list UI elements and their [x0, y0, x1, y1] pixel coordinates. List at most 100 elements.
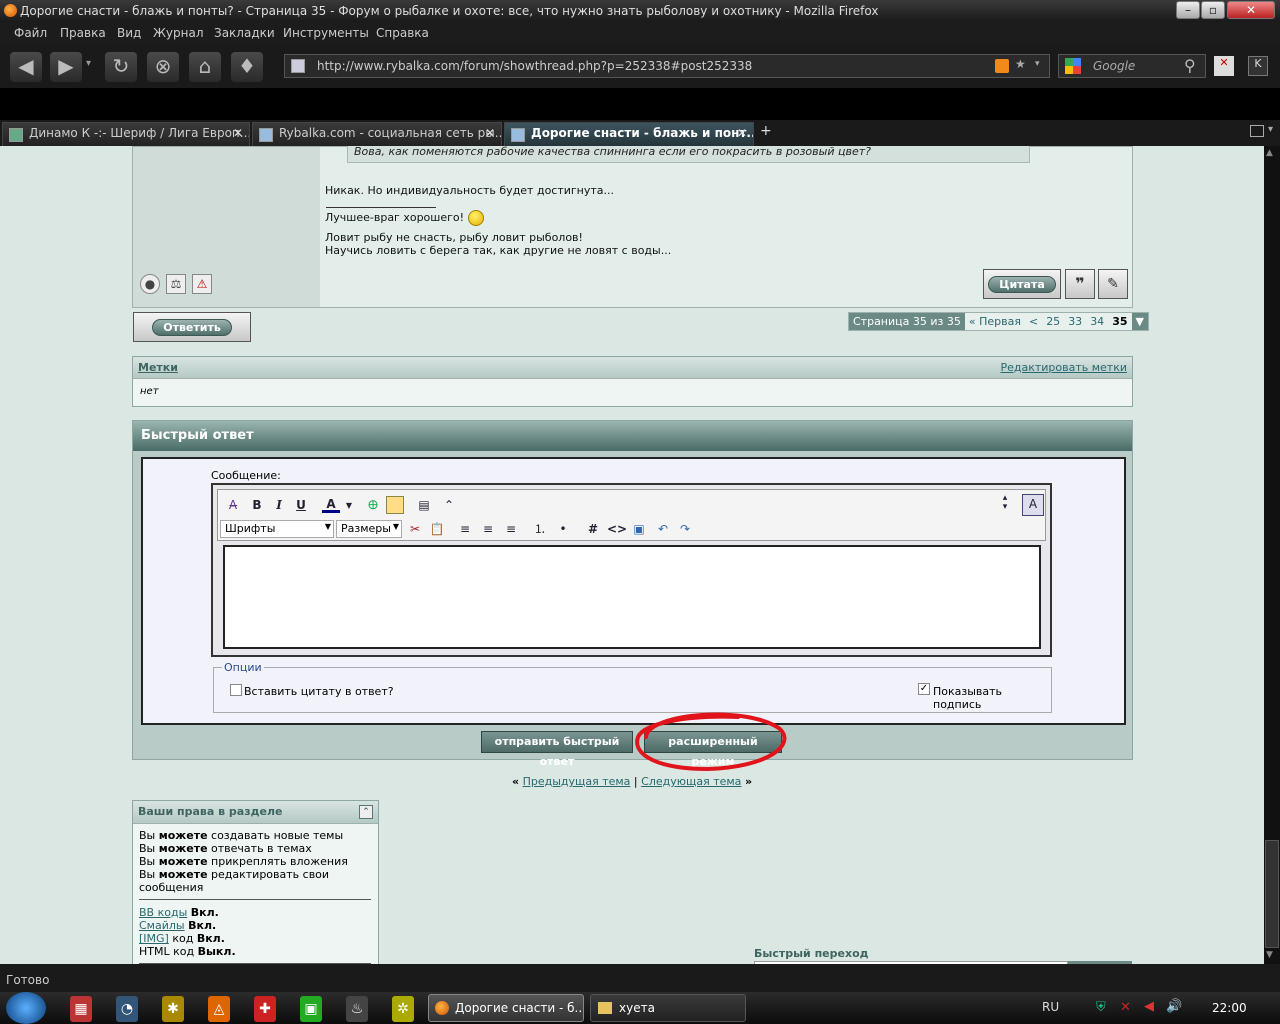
- multi-quote-icon[interactable]: ❞: [1065, 269, 1095, 299]
- unordered-list-icon[interactable]: •: [554, 520, 572, 538]
- menu-edit[interactable]: Правка: [60, 26, 106, 40]
- tray-shield-icon[interactable]: ⛨: [1096, 1000, 1106, 1015]
- scale-icon[interactable]: ⚖: [166, 274, 186, 294]
- undo-icon[interactable]: ↶: [654, 520, 672, 538]
- url-bar[interactable]: http://www.rybalka.com/forum/showthread.…: [284, 54, 1050, 78]
- resize-icon[interactable]: ▴ ▾: [996, 494, 1014, 512]
- tabs-dropdown-icon[interactable]: ▾: [1268, 124, 1273, 135]
- first-page-link[interactable]: « Первая: [965, 313, 1025, 330]
- close-tab-icon[interactable]: ✕: [737, 126, 747, 140]
- taskbar-app-icon[interactable]: ✚: [254, 996, 276, 1022]
- taskbar-app-icon[interactable]: ✱: [162, 996, 184, 1022]
- taskbar-app-icon[interactable]: ▣: [300, 996, 322, 1022]
- minimize-button[interactable]: –: [1176, 1, 1200, 19]
- tray-block-icon[interactable]: ✕: [1120, 1000, 1131, 1015]
- page-link[interactable]: 34: [1086, 313, 1108, 330]
- close-tab-icon[interactable]: ✕: [233, 126, 243, 140]
- reply-button[interactable]: Ответить: [133, 312, 251, 342]
- insert-quote-icon[interactable]: ▤: [415, 496, 433, 514]
- align-center-icon[interactable]: ≡: [479, 520, 497, 538]
- redo-icon[interactable]: ↷: [676, 520, 694, 538]
- taskbar-app-icon[interactable]: ◔: [116, 996, 138, 1022]
- switch-editor-mode-icon[interactable]: A: [1022, 494, 1044, 516]
- tags-title[interactable]: Метки: [138, 361, 178, 374]
- scroll-down-icon[interactable]: ▼: [1266, 950, 1273, 960]
- tab-current-thread[interactable]: Дорогие снасти - блажь и понт... ✕: [504, 122, 754, 146]
- insert-image-icon[interactable]: [386, 496, 404, 514]
- img-code-link[interactable]: [IMG]: [139, 932, 169, 945]
- menu-file[interactable]: Файл: [14, 26, 47, 40]
- url-dropdown-icon[interactable]: ▾: [1035, 59, 1040, 69]
- underline-icon[interactable]: U: [292, 496, 310, 514]
- close-tab-icon[interactable]: ✕: [485, 126, 495, 140]
- addon-block-icon[interactable]: ✕: [1214, 56, 1234, 76]
- insert-link-icon[interactable]: 🜨: [364, 496, 382, 514]
- italic-icon[interactable]: I: [270, 496, 288, 514]
- page-menu-dropdown-icon[interactable]: ▼: [1131, 313, 1148, 330]
- remove-format-icon[interactable]: A̶: [224, 496, 242, 514]
- text-color-icon[interactable]: A: [322, 495, 340, 513]
- align-right-icon[interactable]: ≡: [502, 520, 520, 538]
- page-link[interactable]: 25: [1042, 313, 1064, 330]
- menu-tools[interactable]: Инструменты: [283, 26, 369, 40]
- menu-help[interactable]: Справка: [376, 26, 429, 40]
- align-left-icon[interactable]: ≡: [456, 520, 474, 538]
- edit-tags-link[interactable]: Редактировать метки: [1000, 361, 1127, 374]
- taskbar-app-icon[interactable]: ▦: [70, 996, 92, 1022]
- page-scrollbar[interactable]: ▲ ▼: [1264, 146, 1280, 964]
- tab-rybalka[interactable]: Rybalka.com - социальная сеть ры... ✕: [252, 122, 502, 146]
- maximize-button[interactable]: ▫: [1201, 1, 1225, 19]
- report-post-icon[interactable]: ⚠: [192, 274, 212, 294]
- menu-view[interactable]: Вид: [117, 26, 141, 40]
- forward-icon[interactable]: ▶: [50, 52, 82, 82]
- bookmark-star-icon[interactable]: ★: [1015, 57, 1026, 71]
- taskbar-app-icon[interactable]: ◬: [208, 996, 230, 1022]
- start-button-icon[interactable]: [6, 992, 46, 1024]
- cut-icon[interactable]: ✂: [406, 520, 424, 538]
- volume-icon[interactable]: 🔊: [1166, 999, 1182, 1014]
- steam-icon[interactable]: ♨: [346, 996, 368, 1022]
- size-select[interactable]: Размеры ▼: [336, 520, 402, 538]
- scrollbar-thumb[interactable]: [1265, 840, 1279, 948]
- signature-checkbox[interactable]: ✓: [918, 683, 930, 695]
- language-indicator[interactable]: RU: [1042, 1000, 1059, 1014]
- ordered-list-icon[interactable]: ⒈: [531, 520, 549, 538]
- font-select[interactable]: Шрифты ▼: [220, 520, 334, 538]
- tray-flag-icon[interactable]: ◀: [1144, 999, 1154, 1014]
- smilies-link[interactable]: Смайлы: [139, 919, 185, 932]
- stop-icon[interactable]: ⊗: [147, 52, 179, 82]
- menu-bookmarks[interactable]: Закладки: [214, 26, 275, 40]
- reload-icon[interactable]: ↻: [105, 52, 137, 82]
- page-link[interactable]: 33: [1064, 313, 1086, 330]
- quote-checkbox[interactable]: [230, 684, 242, 696]
- insert-php-icon[interactable]: ▣: [630, 520, 648, 538]
- scroll-up-icon[interactable]: ▲: [1266, 148, 1273, 158]
- rss-icon[interactable]: [995, 59, 1009, 73]
- collapse-icon[interactable]: ⌃: [440, 496, 458, 514]
- prev-thread-link[interactable]: Предыдущая тема: [523, 775, 631, 788]
- search-icon[interactable]: ⚲: [1184, 56, 1196, 75]
- home-icon[interactable]: ⌂: [189, 52, 221, 82]
- paste-icon[interactable]: 📋: [428, 520, 446, 538]
- insert-html-icon[interactable]: <>: [607, 520, 627, 538]
- insert-code-icon[interactable]: #: [584, 520, 602, 538]
- list-tabs-icon[interactable]: [1250, 125, 1264, 137]
- close-window-button[interactable]: ✕: [1227, 1, 1275, 19]
- prev-page-link[interactable]: <: [1025, 313, 1042, 330]
- color-dropdown-icon[interactable]: ▼: [340, 497, 358, 515]
- menu-history[interactable]: Журнал: [153, 26, 204, 40]
- clock[interactable]: 22:00: [1212, 1001, 1247, 1015]
- taskbar-app-icon[interactable]: ✲: [392, 996, 414, 1022]
- history-dropdown-icon[interactable]: ▾: [86, 58, 91, 69]
- submit-quick-reply-button[interactable]: отправить быстрый ответ: [481, 731, 633, 768]
- collapse-block-icon[interactable]: ⌃: [359, 805, 373, 819]
- bold-icon[interactable]: B: [248, 496, 266, 514]
- next-thread-link[interactable]: Следующая тема: [641, 775, 741, 788]
- bbcode-link[interactable]: BB коды: [139, 906, 187, 919]
- taskbar-folder-window[interactable]: хуета: [590, 994, 746, 1022]
- addon-k-icon[interactable]: K: [1248, 56, 1268, 76]
- taskbar-firefox-window[interactable]: Дорогие снасти - б...: [428, 994, 584, 1022]
- addon-icon[interactable]: ♦: [231, 52, 263, 82]
- quote-button[interactable]: Цитата: [983, 269, 1061, 299]
- back-icon[interactable]: ◀: [10, 52, 42, 82]
